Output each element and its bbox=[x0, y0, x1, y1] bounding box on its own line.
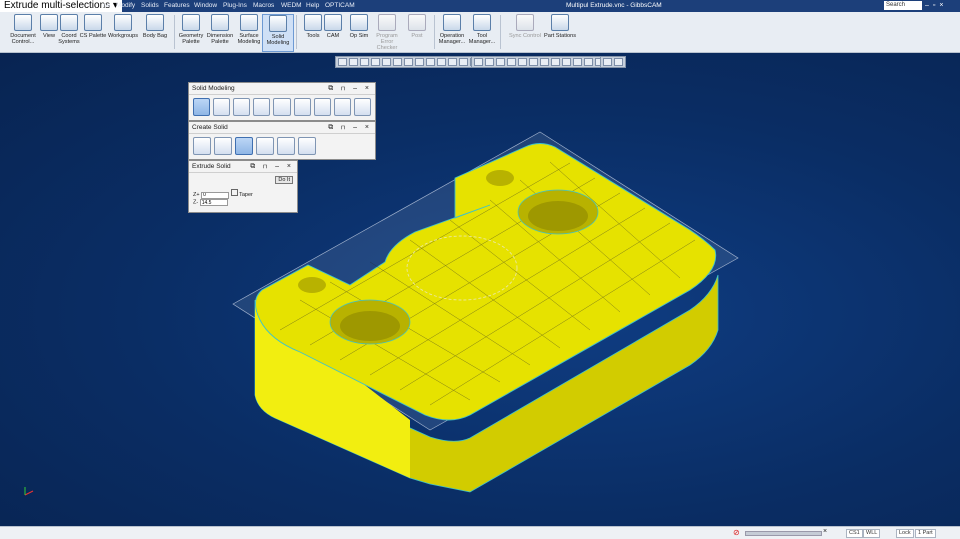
menu-help[interactable]: Help bbox=[306, 0, 319, 12]
pocket-back-inner bbox=[528, 201, 588, 231]
ribbon-separator bbox=[174, 15, 175, 49]
menu-opticam[interactable]: OPTICAM bbox=[325, 0, 355, 12]
dialog-title: Extrude Solid bbox=[192, 163, 231, 170]
sync-control-button[interactable]: Sync Control bbox=[508, 14, 542, 50]
tool-manager-icon bbox=[473, 14, 491, 31]
solid-modeling-palette: Solid Modeling ⧉ ⊓ – × bbox=[188, 82, 376, 121]
mode-indicator[interactable]: WLL bbox=[863, 529, 881, 538]
workgroups-button[interactable]: Workgroups bbox=[108, 14, 138, 50]
menu-file[interactable]: ne bbox=[103, 0, 110, 12]
solid-icon bbox=[269, 15, 287, 32]
part-stations-button[interactable]: Part Stations bbox=[542, 14, 578, 50]
program-error-checker-button[interactable]: Program Error Checker bbox=[372, 14, 402, 51]
surface-icon bbox=[240, 14, 258, 31]
revolve-icon[interactable] bbox=[256, 137, 274, 155]
sm-tool-icon[interactable] bbox=[193, 98, 211, 116]
geometry-palette-button[interactable]: Geometry Palette bbox=[176, 14, 206, 50]
document-title: Multipul Extrude.vnc - GibbsCAM bbox=[566, 2, 662, 9]
menu-wedm[interactable]: WEDM bbox=[281, 0, 302, 12]
ribbon-toolbar: Document Control... View Coord Systems C… bbox=[0, 12, 960, 53]
z-minus-label: Z- bbox=[193, 199, 199, 206]
menu-modify[interactable]: Modify bbox=[116, 0, 135, 12]
coord-axes-icon bbox=[60, 14, 78, 31]
palette-controls[interactable]: ⧉ ⊓ – × bbox=[328, 83, 372, 94]
cam-icon bbox=[324, 14, 342, 31]
sweep-icon[interactable] bbox=[277, 137, 295, 155]
axis-triad bbox=[24, 487, 34, 496]
z-minus-input[interactable] bbox=[199, 199, 228, 206]
loft-icon[interactable] bbox=[298, 137, 316, 155]
z-plus-input[interactable] bbox=[201, 191, 230, 199]
sm-tool-icon[interactable] bbox=[213, 98, 231, 116]
dimension-icon bbox=[211, 14, 229, 31]
checker-icon bbox=[378, 14, 396, 31]
extrude-icon[interactable] bbox=[235, 137, 253, 155]
dimension-palette-button[interactable]: Dimension Palette bbox=[205, 14, 235, 50]
close-icon[interactable]: × bbox=[823, 528, 827, 535]
window-controls[interactable]: –▫× bbox=[925, 0, 947, 12]
workgroups-icon bbox=[114, 14, 132, 31]
cs-indicator[interactable]: CS1 bbox=[846, 529, 863, 538]
body-bag-button[interactable]: Body Bag bbox=[140, 14, 170, 50]
taper-checkbox[interactable] bbox=[230, 189, 238, 196]
sm-tool-icon[interactable] bbox=[253, 98, 271, 116]
operation-manager-icon bbox=[443, 14, 461, 31]
sm-tool-icon[interactable] bbox=[233, 98, 251, 116]
part-stations-icon bbox=[551, 14, 569, 31]
ribbon-separator bbox=[500, 15, 501, 49]
progress-slider[interactable] bbox=[745, 531, 822, 536]
solid-part-model[interactable] bbox=[0, 53, 960, 526]
menu-bar: Extrude multi-selections ▾ ne Modify Sol… bbox=[0, 0, 960, 12]
z-plus-label: Z+ bbox=[193, 192, 200, 198]
small-hole-back[interactable] bbox=[486, 170, 514, 186]
lock-indicator[interactable]: Lock bbox=[896, 529, 914, 538]
cs-palette-icon bbox=[84, 14, 102, 31]
graphics-viewport[interactable] bbox=[0, 53, 960, 526]
post-button[interactable]: Post bbox=[402, 14, 432, 50]
menu-features[interactable]: Features bbox=[164, 0, 190, 12]
palette-controls[interactable]: ⧉ ⊓ – × bbox=[328, 122, 372, 133]
extrude-solid-dialog: Extrude Solid ⧉ ⊓ – × Do It Z+ Taper Z- bbox=[188, 160, 298, 213]
sm-tool-icon[interactable] bbox=[353, 98, 371, 116]
solid-modeling-button[interactable]: Solid Modeling bbox=[262, 14, 294, 52]
sm-tool-icon[interactable] bbox=[293, 98, 311, 116]
taper-label: Taper bbox=[239, 192, 253, 198]
body-bag-icon bbox=[146, 14, 164, 31]
sphere-icon[interactable] bbox=[193, 137, 211, 155]
menu-plugins[interactable]: Plug-Ins bbox=[223, 0, 247, 12]
op-sim-button[interactable]: Op Sim bbox=[344, 14, 374, 50]
sm-tool-icon[interactable] bbox=[273, 98, 291, 116]
create-solid-palette: Create Solid ⧉ ⊓ – × bbox=[188, 121, 376, 160]
menu-window[interactable]: Window bbox=[194, 0, 217, 12]
document-icon bbox=[14, 14, 32, 31]
pocket-front-inner bbox=[340, 311, 400, 341]
search-input[interactable]: Search bbox=[884, 1, 922, 10]
surface-modeling-button[interactable]: Surface Modeling bbox=[234, 14, 264, 50]
menu-macros[interactable]: Macros bbox=[253, 0, 274, 12]
geometry-icon bbox=[182, 14, 200, 31]
post-icon bbox=[408, 14, 426, 31]
operation-manager-button[interactable]: Operation Manager... bbox=[437, 14, 467, 50]
sm-tool-icon[interactable] bbox=[333, 98, 351, 116]
ribbon-separator bbox=[434, 15, 435, 49]
box-icon[interactable] bbox=[214, 137, 232, 155]
part-count: 1 Part bbox=[915, 529, 936, 538]
sync-icon bbox=[516, 14, 534, 31]
menu-solids[interactable]: Solids bbox=[141, 0, 159, 12]
op-sim-icon bbox=[350, 14, 368, 31]
status-bar: ⊘ × CS1 WLL Lock 1 Part bbox=[0, 526, 960, 539]
dialog-controls[interactable]: ⧉ ⊓ – × bbox=[250, 161, 294, 172]
no-entry-icon[interactable]: ⊘ bbox=[733, 528, 740, 537]
small-hole-front[interactable] bbox=[298, 277, 326, 293]
tool-manager-button[interactable]: Tool Manager... bbox=[467, 14, 497, 50]
do-it-button[interactable]: Do It bbox=[275, 176, 293, 184]
cs-palette-button[interactable]: CS Palette bbox=[78, 14, 108, 50]
ribbon-separator bbox=[296, 15, 297, 49]
palette-title: Solid Modeling bbox=[192, 85, 235, 92]
sm-tool-icon[interactable] bbox=[313, 98, 331, 116]
palette-title: Create Solid bbox=[192, 124, 228, 131]
